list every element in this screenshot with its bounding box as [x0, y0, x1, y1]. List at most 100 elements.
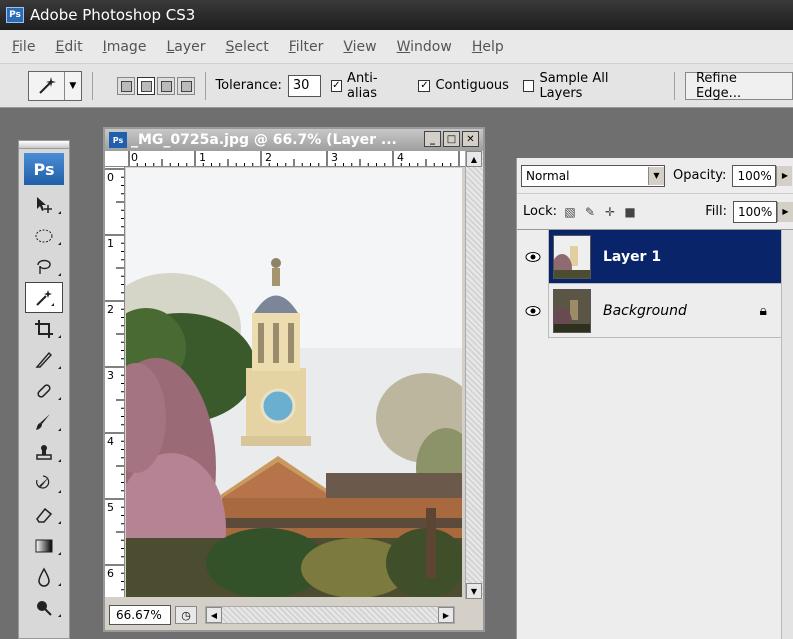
- lock-pixels-icon[interactable]: ✎: [583, 205, 597, 219]
- blur-icon[interactable]: [19, 561, 69, 592]
- scroll-up-icon[interactable]: ▲: [466, 151, 482, 167]
- ruler-v-label: 0: [107, 171, 114, 184]
- opacity-input[interactable]: 100%: [732, 164, 777, 187]
- add-to-selection-icon[interactable]: [136, 76, 155, 95]
- lock-label: Lock:: [523, 204, 558, 219]
- ruler-v-label: 4: [107, 435, 114, 448]
- move-icon[interactable]: [19, 189, 69, 220]
- marquee-icon[interactable]: [19, 220, 69, 251]
- magic-wand-icon: [29, 71, 65, 100]
- menu-image[interactable]: Image: [103, 39, 147, 55]
- layers-panel: Normal ▼ Opacity: 100% ▶ Lock: ▧ ✎ ✛ ■ F…: [516, 158, 793, 639]
- scroll-left-icon[interactable]: ◀: [206, 607, 222, 623]
- vertical-scrollbar[interactable]: ▲ ▼: [465, 151, 483, 599]
- scroll-down-icon[interactable]: ▼: [466, 583, 482, 599]
- ruler-h-label: 4: [397, 151, 404, 164]
- ruler-h-label: 0: [131, 151, 138, 164]
- blend-mode-value: Normal: [526, 168, 570, 183]
- menu-file[interactable]: File: [12, 39, 35, 55]
- ps-badge[interactable]: Ps: [24, 153, 64, 185]
- photo-canvas[interactable]: [126, 168, 462, 597]
- menu-filter[interactable]: Filter: [289, 39, 324, 55]
- tolerance-input[interactable]: 30: [287, 74, 321, 97]
- subtract-selection-icon[interactable]: [156, 76, 175, 95]
- menu-edit[interactable]: Edit: [55, 39, 82, 55]
- history-brush-icon[interactable]: [19, 468, 69, 499]
- minimize-icon[interactable]: _: [424, 131, 441, 147]
- stamp-icon[interactable]: [19, 437, 69, 468]
- ps-document-icon: Ps: [109, 132, 127, 148]
- ruler-v-label: 1: [107, 237, 114, 250]
- toolbox-grip[interactable]: [19, 141, 69, 149]
- menu-layer[interactable]: Layer: [166, 39, 205, 55]
- lasso-icon[interactable]: [19, 251, 69, 282]
- refine-edge-button[interactable]: Refine Edge...: [684, 71, 793, 101]
- fill-label: Fill:: [705, 204, 727, 219]
- checkmark-icon: ✓: [418, 79, 431, 92]
- lock-all-icon[interactable]: ■: [623, 205, 637, 219]
- horizontal-ruler[interactable]: 0 1 2 3 4: [105, 151, 465, 167]
- document-title-bar[interactable]: Ps _MG_0725a.jpg @ 66.7% (Layer ... _ □ …: [105, 129, 483, 151]
- eye-icon[interactable]: [517, 229, 549, 284]
- layer-thumbnail: [553, 234, 591, 279]
- chevron-right-icon[interactable]: ▶: [776, 165, 793, 186]
- divider: [674, 71, 675, 100]
- app-title: Adobe Photoshop CS3: [30, 6, 196, 24]
- layer-name: Background: [603, 302, 687, 319]
- brush-icon[interactable]: [19, 406, 69, 437]
- close-icon[interactable]: ✕: [462, 131, 479, 147]
- status-info-icon[interactable]: ◷: [175, 606, 197, 624]
- sample-all-layers-label: Sample All Layers: [539, 70, 609, 101]
- chevron-right-icon[interactable]: ▶: [777, 201, 793, 222]
- sample-all-layers-checkbox[interactable]: Sample All Layers: [522, 70, 650, 101]
- slice-icon[interactable]: [19, 344, 69, 375]
- gradient-icon[interactable]: [19, 530, 69, 561]
- photoshop-logo-icon: Ps: [6, 7, 24, 23]
- layer-row[interactable]: Background 🔒︎: [517, 283, 793, 338]
- blend-mode-select[interactable]: Normal ▼: [521, 164, 665, 187]
- layer-row[interactable]: Layer 1: [517, 229, 793, 284]
- maximize-icon[interactable]: □: [443, 131, 460, 147]
- lock-position-icon[interactable]: ✛: [603, 205, 617, 219]
- scroll-right-icon[interactable]: ▶: [438, 607, 454, 623]
- zoom-field[interactable]: 66.67%: [109, 605, 171, 625]
- new-selection-icon[interactable]: [116, 76, 135, 95]
- fill-input[interactable]: 100%: [733, 200, 777, 223]
- horizontal-scrollbar[interactable]: ◀ ▶: [205, 606, 455, 624]
- toolbox: Ps: [18, 140, 70, 639]
- anti-alias-checkbox[interactable]: ✓ Anti-alias: [330, 71, 405, 101]
- menu-select[interactable]: Select: [225, 39, 268, 55]
- options-bar: ▼ Tolerance: 30 ✓ Anti-alias ✓ Contiguou…: [0, 64, 793, 108]
- crop-icon[interactable]: [19, 313, 69, 344]
- magic-wand-tool-icon[interactable]: [25, 282, 63, 313]
- intersect-selection-icon[interactable]: [176, 76, 195, 95]
- contiguous-checkbox[interactable]: ✓ Contiguous: [418, 78, 509, 93]
- layers-lock-row: Lock: ▧ ✎ ✛ ■ Fill: 100% ▶: [517, 194, 793, 230]
- document-status-bar: 66.67% ◷ ◀ ▶: [105, 600, 483, 630]
- document-window: Ps _MG_0725a.jpg @ 66.7% (Layer ... _ □ …: [103, 127, 485, 632]
- divider: [204, 71, 206, 100]
- chevron-down-icon: ▼: [69, 80, 77, 91]
- eraser-icon[interactable]: [19, 499, 69, 530]
- lock-transparency-icon[interactable]: ▧: [563, 205, 577, 219]
- vertical-ruler[interactable]: 0 1 2 3 4 5 6: [105, 167, 125, 597]
- ruler-h-label: 1: [199, 151, 206, 164]
- document-title: _MG_0725a.jpg @ 66.7% (Layer ...: [131, 132, 397, 148]
- ruler-v-label: 6: [107, 567, 114, 580]
- tolerance-label: Tolerance:: [215, 78, 282, 93]
- healing-icon[interactable]: [19, 375, 69, 406]
- menu-view[interactable]: View: [343, 39, 376, 55]
- menu-window[interactable]: Window: [397, 39, 452, 55]
- dodge-icon[interactable]: [19, 592, 69, 623]
- ruler-v-label: 2: [107, 303, 114, 316]
- layers-scrollbar[interactable]: [781, 230, 793, 639]
- eye-icon[interactable]: [517, 283, 549, 338]
- menu-help[interactable]: Help: [472, 39, 504, 55]
- title-bar: Ps Adobe Photoshop CS3: [0, 0, 793, 30]
- menu-bar: File Edit Image Layer Select Filter View…: [0, 30, 793, 64]
- divider: [91, 71, 93, 100]
- empty-checkbox-icon: [522, 79, 535, 92]
- ruler-v-label: 3: [107, 369, 114, 382]
- lock-icon: 🔒︎: [759, 302, 767, 319]
- tool-preset-picker[interactable]: ▼: [28, 70, 82, 101]
